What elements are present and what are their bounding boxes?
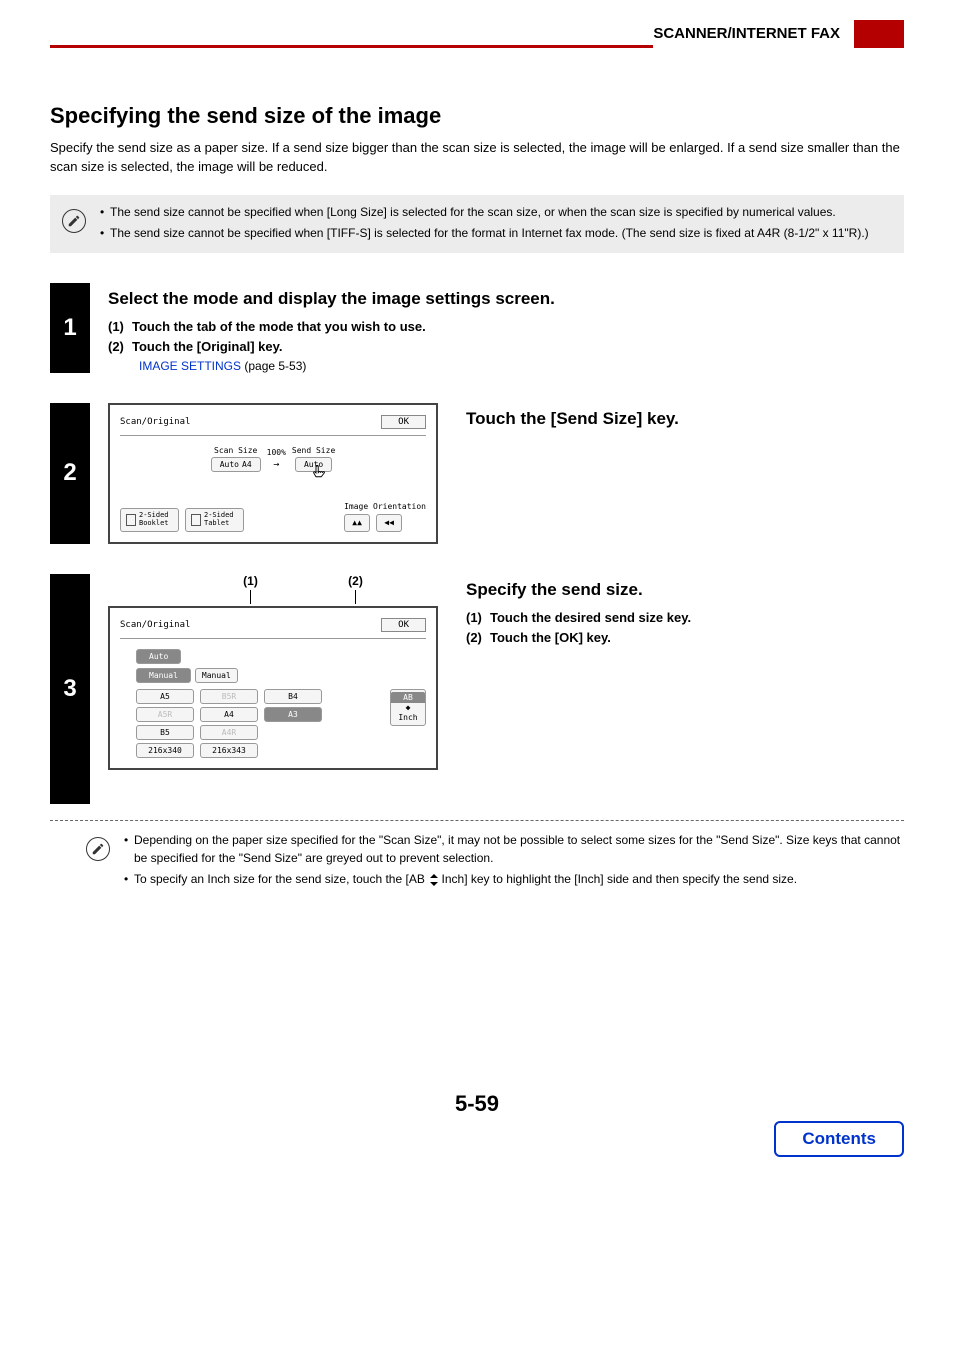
- substep-text: Touch the tab of the mode that you wish …: [132, 319, 426, 334]
- dashed-divider: [50, 820, 904, 821]
- note-text-pre: To specify an Inch size for the send siz…: [134, 872, 425, 886]
- arrow-right-icon: →: [273, 459, 279, 470]
- hand-cursor-icon: [310, 464, 328, 482]
- link-page-ref: (page 5-53): [241, 359, 306, 373]
- step-title: Touch the [Send Size] key.: [466, 409, 679, 429]
- substep: (2)Touch the [Original] key.: [108, 339, 904, 354]
- send-size-label: Send Size: [292, 446, 335, 455]
- step-title: Select the mode and display the image se…: [108, 289, 904, 309]
- substep-num: (2): [108, 339, 132, 354]
- header-tab-marker: [854, 20, 904, 48]
- top-note-content: The send size cannot be specified when […: [100, 203, 869, 245]
- callout-label: (2): [348, 574, 363, 588]
- tablet-label: 2-Sided Tablet: [204, 512, 238, 527]
- two-sided-tablet-button[interactable]: 2-Sided Tablet: [185, 508, 244, 531]
- size-a5-button[interactable]: A5: [136, 689, 194, 704]
- step3-note-item: Depending on the paper size specified fo…: [124, 831, 904, 867]
- booklet-label: 2-Sided Booklet: [139, 512, 173, 527]
- ratio-label: 100%: [267, 448, 286, 457]
- size-a3-button[interactable]: A3: [264, 707, 322, 722]
- intro-text: Specify the send size as a paper size. I…: [50, 139, 904, 177]
- step-title: Specify the send size.: [466, 580, 691, 600]
- substep-num: (1): [108, 319, 132, 334]
- size-216x343-button[interactable]: 216x343: [200, 743, 258, 758]
- ok-button[interactable]: OK: [381, 415, 426, 429]
- scan-original-panel: Scan/Original OK Scan Size Auto A4 100% …: [108, 403, 438, 544]
- ab-label: AB: [391, 692, 425, 703]
- two-sided-booklet-button[interactable]: 2-Sided Booklet: [120, 508, 179, 531]
- step3-note-item: To specify an Inch size for the send siz…: [124, 870, 904, 888]
- step-2: 2 Scan/Original OK Scan Size Auto A4: [50, 403, 904, 544]
- scan-size-value: A4: [242, 460, 252, 469]
- booklet-icon: [126, 514, 136, 526]
- header-rule: [50, 45, 653, 48]
- send-size-panel: Scan/Original OK Auto Manual Manual: [108, 606, 438, 770]
- substep: (2)Touch the [OK] key.: [466, 630, 691, 645]
- panel-breadcrumb: Scan/Original: [120, 620, 190, 630]
- step-number: 2: [50, 403, 90, 544]
- manual-tab-2[interactable]: Manual: [195, 668, 238, 683]
- callout-line: [355, 590, 356, 604]
- page-title: Specifying the send size of the image: [50, 103, 904, 129]
- substep-num: (1): [466, 610, 490, 625]
- ok-button[interactable]: OK: [381, 618, 426, 632]
- step-number: 3: [50, 574, 90, 804]
- callout-label: (1): [243, 574, 258, 588]
- orientation-portrait-button[interactable]: ▲▲: [344, 514, 370, 532]
- top-note-item: The send size cannot be specified when […: [100, 203, 869, 221]
- scan-auto-value: Auto: [220, 460, 239, 469]
- substep: (1)Touch the desired send size key.: [466, 610, 691, 625]
- substep-text: Touch the [OK] key.: [490, 630, 611, 645]
- pencil-icon: [62, 209, 86, 233]
- inch-label: Inch: [391, 712, 425, 723]
- size-b5r-button[interactable]: B5R: [200, 689, 258, 704]
- step-number: 1: [50, 283, 90, 373]
- substep-text: Touch the [Original] key.: [132, 339, 282, 354]
- size-a4r-button[interactable]: A4R: [200, 725, 258, 740]
- substep-text: Touch the desired send size key.: [490, 610, 691, 625]
- top-note-item: The send size cannot be specified when […: [100, 224, 869, 242]
- manual-tab[interactable]: Manual: [136, 668, 191, 683]
- substep: (1)Touch the tab of the mode that you wi…: [108, 319, 904, 334]
- scan-size-button[interactable]: Auto A4: [211, 457, 261, 472]
- contents-button[interactable]: Contents: [774, 1121, 904, 1157]
- top-note-box: The send size cannot be specified when […: [50, 195, 904, 253]
- size-b4-button[interactable]: B4: [264, 689, 322, 704]
- size-216x340-button[interactable]: 216x340: [136, 743, 194, 758]
- image-settings-link[interactable]: IMAGE SETTINGS: [139, 359, 241, 373]
- callout-line: [250, 590, 251, 604]
- size-a5r-button[interactable]: A5R: [136, 707, 194, 722]
- orientation-landscape-button[interactable]: ◀◀: [376, 514, 402, 532]
- step-3: 3 (1) (2) Scan/Orig: [50, 574, 904, 891]
- pencil-icon: [86, 837, 110, 861]
- size-b5-button[interactable]: B5: [136, 725, 194, 740]
- tablet-icon: [191, 514, 201, 526]
- orientation-label: Image Orientation: [344, 502, 426, 511]
- up-down-icon: [428, 875, 438, 885]
- header-title: SCANNER/INTERNET FAX: [653, 25, 854, 48]
- size-a4-button[interactable]: A4: [200, 707, 258, 722]
- note-text-post: Inch] key to highlight the [Inch] side a…: [442, 872, 798, 886]
- page-header: SCANNER/INTERNET FAX: [50, 20, 904, 48]
- step-1: 1 Select the mode and display the image …: [50, 283, 904, 373]
- page-number: 5-59: [50, 1091, 904, 1117]
- substep-num: (2): [466, 630, 490, 645]
- scan-size-label: Scan Size: [211, 446, 261, 455]
- auto-tab[interactable]: Auto: [136, 649, 181, 664]
- ab-inch-toggle[interactable]: AB ◆ Inch: [390, 689, 426, 726]
- panel-breadcrumb: Scan/Original: [120, 417, 190, 427]
